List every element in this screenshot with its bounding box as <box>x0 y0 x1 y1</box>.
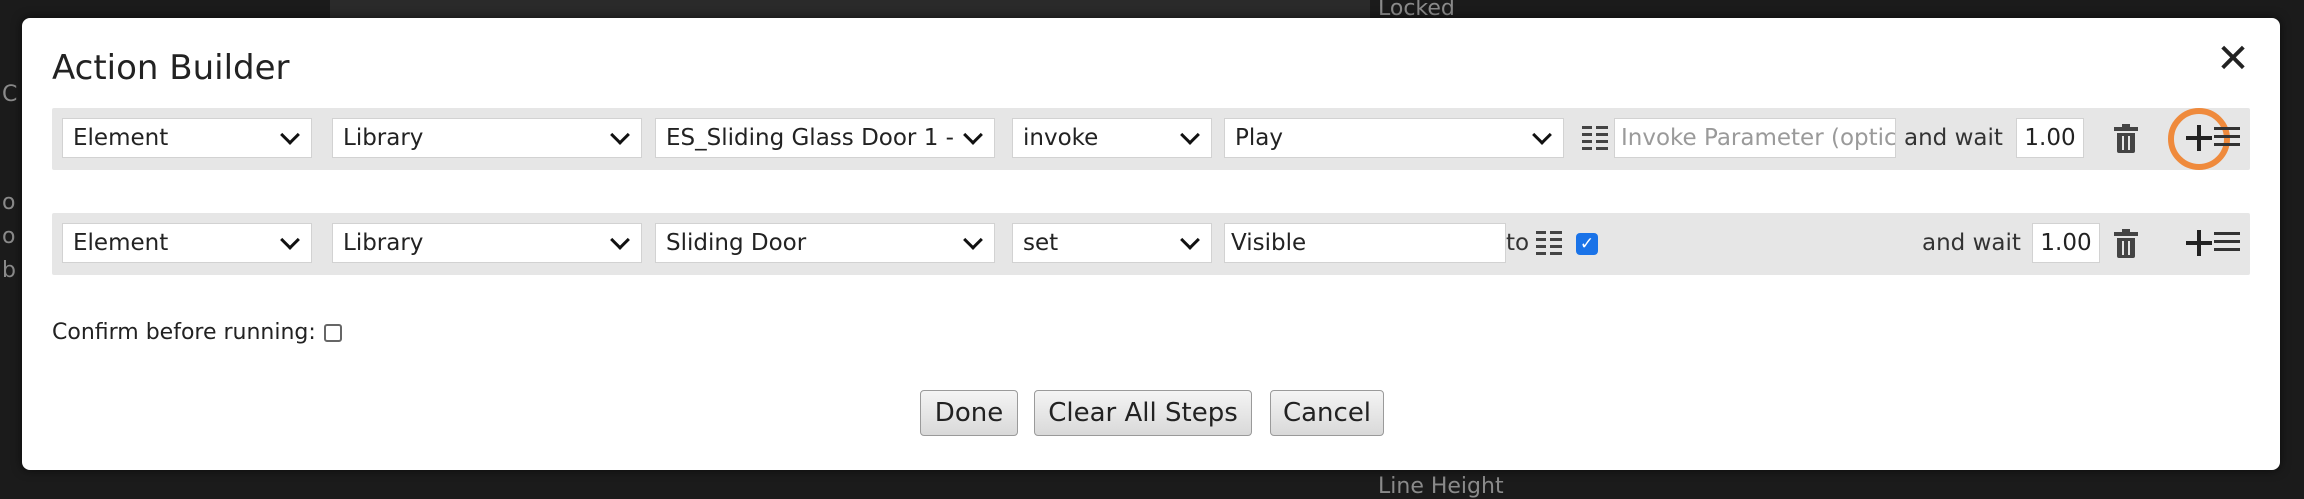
done-button[interactable]: Done <box>920 390 1018 436</box>
invoke-parameter-input[interactable]: Invoke Parameter (optic <box>1614 118 1896 158</box>
chevron-down-icon <box>1177 224 1203 262</box>
target-type-select[interactable]: Element <box>62 118 312 158</box>
action-select[interactable]: set <box>1012 223 1212 263</box>
chevron-down-icon <box>1529 119 1555 157</box>
chevron-down-icon <box>277 119 303 157</box>
chevron-down-icon <box>960 224 986 262</box>
source-value: Library <box>343 230 424 256</box>
background-glyph: o <box>2 224 16 249</box>
trash-icon[interactable] <box>2114 229 2138 259</box>
confirm-option: Confirm before running: <box>52 320 342 345</box>
wait-input[interactable]: 1.00 <box>2016 118 2084 158</box>
value-list-icon[interactable] <box>1536 231 1562 255</box>
background-label-line-height: Line Height <box>1378 474 1504 499</box>
confirm-label: Confirm before running: <box>52 320 316 345</box>
action-step-row: Element Library Sliding Door set Visible… <box>52 213 2250 275</box>
drag-handle-icon[interactable] <box>2214 125 2240 149</box>
target-type-select[interactable]: Element <box>62 223 312 263</box>
target-type-value: Element <box>73 125 169 151</box>
wait-label: and wait <box>1904 125 2003 151</box>
member-value: Play <box>1235 125 1283 151</box>
chevron-down-icon <box>607 224 633 262</box>
background-glyph: C <box>2 82 18 107</box>
source-select[interactable]: Library <box>332 223 642 263</box>
source-select[interactable]: Library <box>332 118 642 158</box>
target-type-value: Element <box>73 230 169 256</box>
background-glyph: o <box>2 190 16 215</box>
action-step-row: Element Library ES_Sliding Glass Door 1 … <box>52 108 2250 170</box>
source-value: Library <box>343 125 424 151</box>
action-builder-dialog: Action Builder ✕ Element Library ES_Slid… <box>22 18 2280 470</box>
object-value: ES_Sliding Glass Door 1 - <box>666 125 954 151</box>
property-input[interactable]: Visible <box>1224 223 1506 263</box>
trash-icon[interactable] <box>2114 124 2138 154</box>
background-panel <box>330 0 1370 18</box>
chevron-down-icon <box>1177 119 1203 157</box>
chevron-down-icon <box>960 119 986 157</box>
object-select[interactable]: ES_Sliding Glass Door 1 - <box>655 118 995 158</box>
parameter-list-icon[interactable] <box>1582 126 1608 150</box>
cancel-button[interactable]: Cancel <box>1270 390 1384 436</box>
wait-label: and wait <box>1922 230 2021 256</box>
action-value: invoke <box>1023 125 1099 151</box>
to-label: to <box>1506 230 1530 256</box>
chevron-down-icon <box>277 224 303 262</box>
close-icon[interactable]: ✕ <box>2208 34 2258 84</box>
add-step-icon[interactable] <box>2183 227 2215 259</box>
clear-all-steps-button[interactable]: Clear All Steps <box>1034 390 1252 436</box>
wait-input[interactable]: 1.00 <box>2032 223 2100 263</box>
drag-handle-icon[interactable] <box>2214 230 2240 254</box>
dialog-title: Action Builder <box>52 48 290 88</box>
object-select[interactable]: Sliding Door <box>655 223 995 263</box>
chevron-down-icon <box>607 119 633 157</box>
value-checkbox[interactable]: ✓ <box>1576 233 1598 255</box>
add-step-icon[interactable] <box>2183 122 2215 154</box>
action-value: set <box>1023 230 1059 256</box>
action-select[interactable]: invoke <box>1012 118 1212 158</box>
member-select[interactable]: Play <box>1224 118 1564 158</box>
confirm-checkbox[interactable] <box>323 323 342 342</box>
object-value: Sliding Door <box>666 230 807 256</box>
background-glyph: b <box>2 258 16 283</box>
